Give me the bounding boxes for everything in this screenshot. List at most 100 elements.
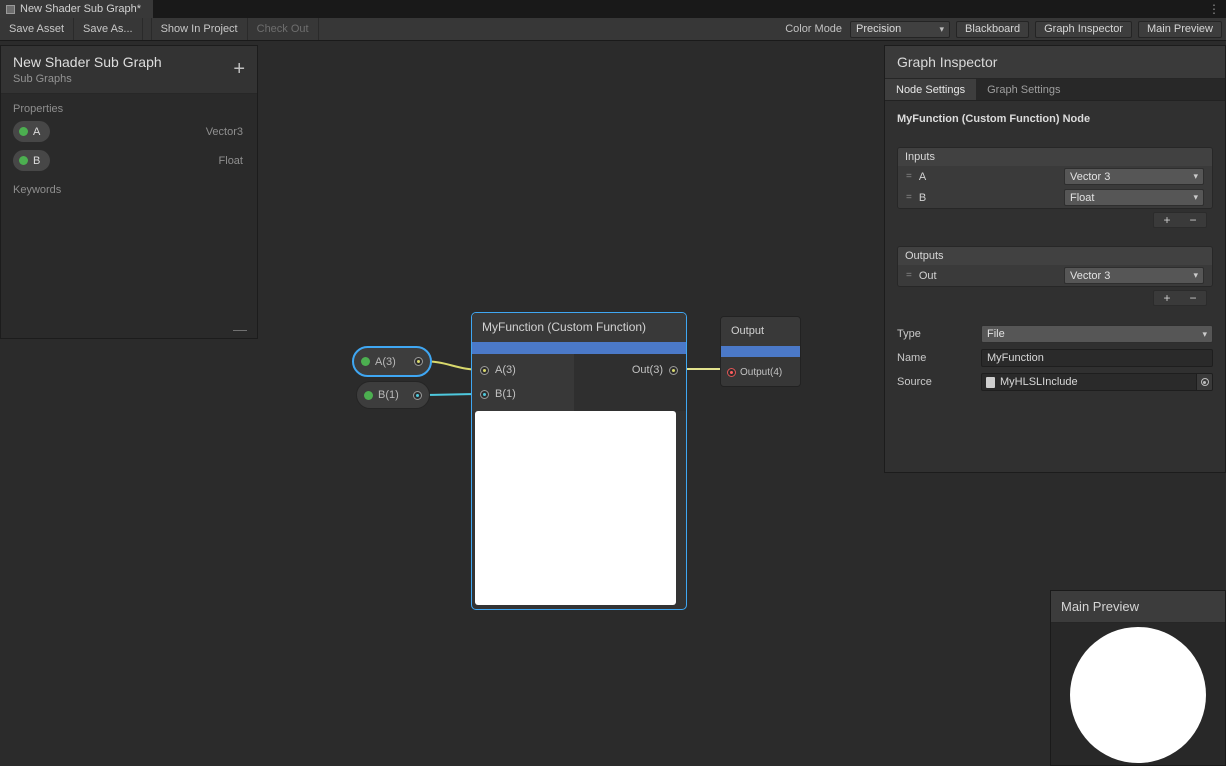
output-port-a[interactable] <box>414 357 423 366</box>
blackboard-title: New Shader Sub Graph <box>13 54 245 70</box>
tab-node-settings[interactable]: Node Settings <box>885 79 976 100</box>
property-pill-a[interactable]: A <box>13 121 50 142</box>
property-node-label: A(3) <box>375 356 396 368</box>
window-tab-bar: New Shader Sub Graph* ⋮ <box>0 0 1226 18</box>
property-pill-b[interactable]: B <box>13 150 50 171</box>
dropdown-value: Float <box>1070 192 1094 204</box>
source-object-name: MyHLSLInclude <box>1000 376 1078 388</box>
remove-input-button[interactable]: − <box>1180 213 1206 227</box>
drag-handle-icon[interactable]: = <box>906 171 912 182</box>
source-object-field[interactable]: MyHLSLInclude <box>981 373 1213 391</box>
input-name: B <box>919 192 926 204</box>
blackboard-subtitle: Sub Graphs <box>13 73 245 85</box>
hlsl-file-icon <box>986 377 995 388</box>
node-title: MyFunction (Custom Function) <box>472 313 686 342</box>
exposed-property-icon <box>364 391 373 400</box>
exposed-property-icon <box>361 357 370 366</box>
main-preview-title: Main Preview <box>1051 591 1225 623</box>
output-type-dropdown-out[interactable]: Vector 3 ▾ <box>1064 267 1204 284</box>
object-picker-icon <box>1201 378 1209 386</box>
input-row-a[interactable]: = A Vector 3 ▾ <box>898 166 1212 187</box>
main-preview-toggle-button[interactable]: Main Preview <box>1138 21 1222 38</box>
outputs-list-header: Outputs <box>898 247 1212 265</box>
name-field[interactable] <box>981 349 1213 367</box>
precision-dropdown-value: Precision <box>856 23 901 35</box>
color-mode-label: Color Mode <box>785 23 844 35</box>
blackboard-header: New Shader Sub Graph Sub Graphs + <box>1 46 257 94</box>
node-title: Output <box>721 317 800 346</box>
node-preview-surface <box>475 411 676 605</box>
property-node-a[interactable]: A(3) <box>352 346 432 377</box>
input-port-label: A(3) <box>495 364 516 376</box>
check-out-button: Check Out <box>248 18 319 40</box>
source-label: Source <box>897 376 981 388</box>
node-accent-strip <box>721 346 800 357</box>
main-preview-viewport[interactable] <box>1051 623 1225 765</box>
graph-inspector-panel: Graph Inspector Node Settings Graph Sett… <box>884 45 1226 473</box>
chevron-down-icon: ▾ <box>1193 171 1198 182</box>
inputs-list-header: Inputs <box>898 148 1212 166</box>
precision-dropdown[interactable]: Precision ▾ <box>850 21 950 38</box>
function-fields: Type File ▾ Name Source MyHLSLInclude <box>897 322 1213 394</box>
tab-new-shader-sub-graph[interactable]: New Shader Sub Graph* <box>0 0 153 18</box>
keywords-section-label: Keywords <box>13 184 257 196</box>
property-name: A <box>33 126 40 138</box>
save-as-button[interactable]: Save As... <box>74 18 143 40</box>
dropdown-value: Vector 3 <box>1070 270 1110 282</box>
outputs-list-footer: + − <box>885 290 1207 306</box>
save-asset-button[interactable]: Save Asset <box>0 18 74 40</box>
chevron-down-icon: ▾ <box>1193 192 1198 203</box>
output-node[interactable]: Output Output(4) <box>720 316 801 387</box>
input-port-output[interactable] <box>727 368 736 377</box>
add-property-button[interactable]: + <box>233 59 245 79</box>
blackboard-toggle-button[interactable]: Blackboard <box>956 21 1029 38</box>
input-port-label: B(1) <box>495 388 516 400</box>
properties-section-label: Properties <box>13 103 257 115</box>
input-row-b[interactable]: = B Float ▾ <box>898 187 1212 208</box>
graph-inspector-toggle-button[interactable]: Graph Inspector <box>1035 21 1132 38</box>
blackboard-property-row: A Vector3 <box>1 117 257 146</box>
chevron-down-icon: ▾ <box>1193 270 1198 281</box>
object-picker-button[interactable] <box>1196 374 1212 390</box>
blackboard-panel: New Shader Sub Graph Sub Graphs + Proper… <box>0 45 258 339</box>
property-name: B <box>33 155 40 167</box>
output-port-out[interactable] <box>669 366 678 375</box>
drag-handle-icon[interactable]: = <box>906 270 912 281</box>
input-port-b[interactable] <box>480 390 489 399</box>
inspector-title: Graph Inspector <box>885 46 1225 79</box>
output-row-out[interactable]: = Out Vector 3 ▾ <box>898 265 1212 286</box>
tab-graph-settings[interactable]: Graph Settings <box>976 79 1071 100</box>
node-output-ports: Out(3) <box>574 354 686 411</box>
input-name: A <box>919 171 926 183</box>
input-port-label: Output(4) <box>740 367 782 378</box>
node-input-ports: A(3) B(1) <box>472 354 574 411</box>
main-preview-panel: Main Preview <box>1050 590 1226 766</box>
dropdown-value: File <box>987 328 1005 340</box>
input-type-dropdown-b[interactable]: Float ▾ <box>1064 189 1204 206</box>
blackboard-property-row: B Float <box>1 146 257 175</box>
chevron-down-icon: ▾ <box>1202 329 1207 340</box>
custom-function-node[interactable]: MyFunction (Custom Function) A(3) B(1) O… <box>471 312 687 610</box>
window-menu-icon[interactable]: ⋮ <box>1202 0 1226 18</box>
property-type-label: Float <box>219 155 243 167</box>
inputs-list: Inputs = A Vector 3 ▾ = B Float ▾ <box>897 147 1213 209</box>
remove-output-button[interactable]: − <box>1180 291 1206 305</box>
add-input-button[interactable]: + <box>1154 213 1180 227</box>
shader-graph-toolbar: Save Asset Save As... Show In Project Ch… <box>0 18 1226 41</box>
tab-title: New Shader Sub Graph* <box>20 3 141 15</box>
drag-handle-icon[interactable]: = <box>906 192 912 203</box>
panel-resize-handle[interactable] <box>233 330 247 331</box>
input-type-dropdown-a[interactable]: Vector 3 ▾ <box>1064 168 1204 185</box>
type-dropdown[interactable]: File ▾ <box>981 325 1213 343</box>
input-port-a[interactable] <box>480 366 489 375</box>
output-port-b[interactable] <box>413 391 422 400</box>
property-node-b[interactable]: B(1) <box>356 381 430 409</box>
output-name: Out <box>919 270 937 282</box>
dropdown-value: Vector 3 <box>1070 171 1110 183</box>
source-field-row: Source MyHLSLInclude <box>897 370 1213 394</box>
add-output-button[interactable]: + <box>1154 291 1180 305</box>
show-in-project-button[interactable]: Show In Project <box>151 18 248 40</box>
chevron-down-icon: ▾ <box>940 24 945 35</box>
type-label: Type <box>897 328 981 340</box>
name-field-row: Name <box>897 346 1213 370</box>
